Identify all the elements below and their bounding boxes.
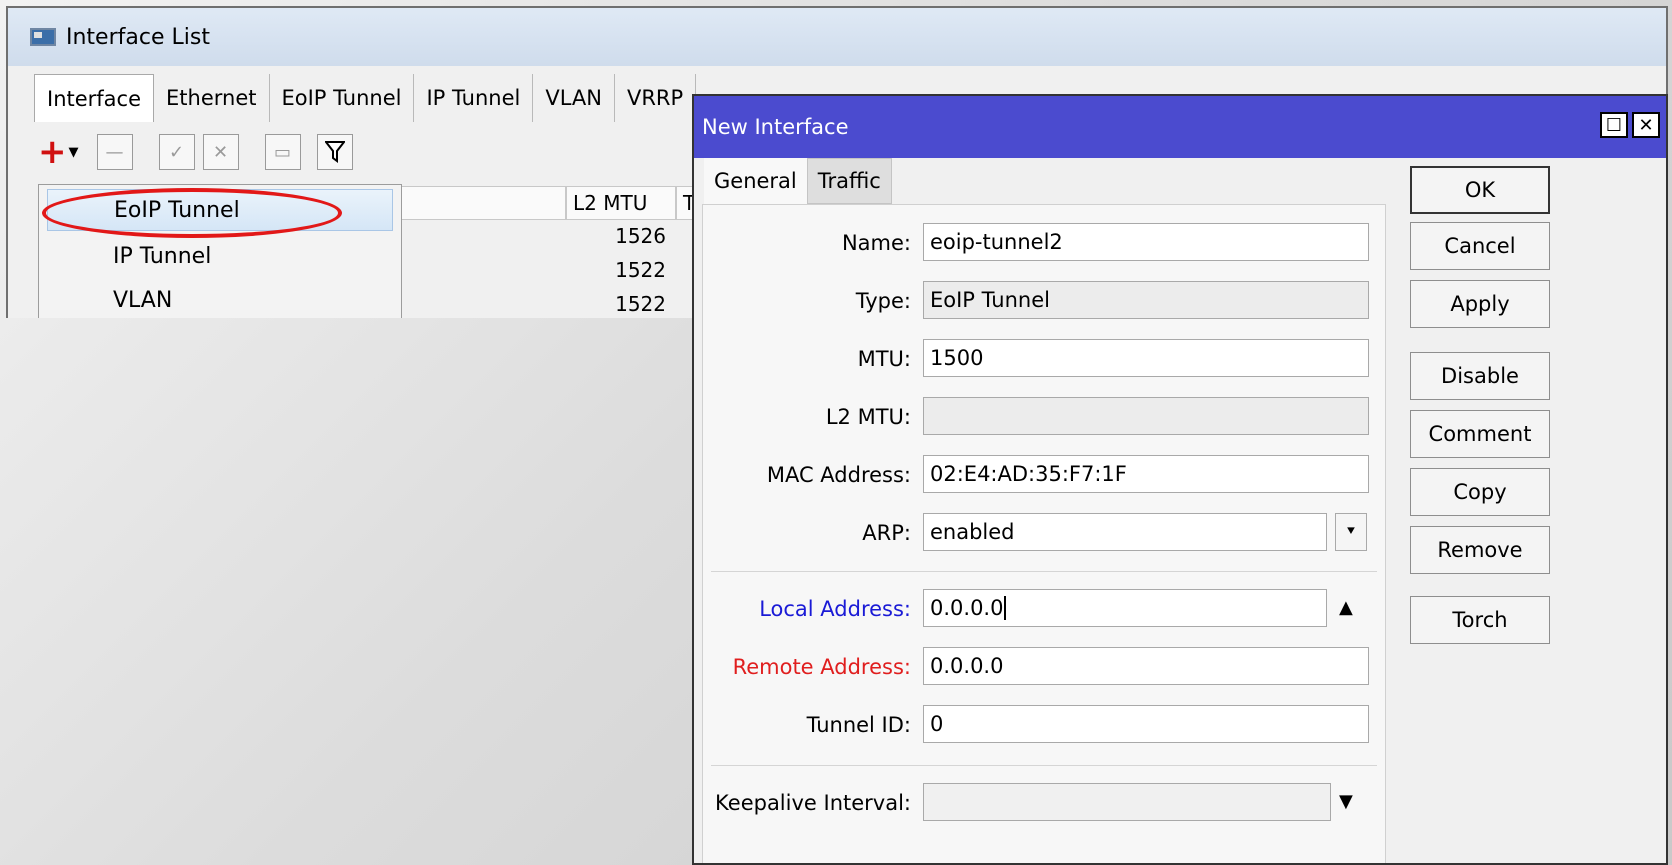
local-address-row: Local Address: 0.0.0.0 ▲	[703, 589, 1387, 629]
collapse-up-icon[interactable]: ▲	[1339, 597, 1353, 618]
remove-button[interactable]: —	[96, 134, 133, 170]
name-input[interactable]: eoip-tunnel2	[923, 223, 1369, 261]
tab-vlan[interactable]: VLAN	[533, 74, 615, 122]
remote-address-row: Remote Address: 0.0.0.0	[703, 647, 1387, 687]
menu-item-ip-tunnel[interactable]: IP Tunnel	[47, 235, 393, 277]
maximize-button[interactable]: ☐	[1600, 112, 1628, 138]
tab-ethernet[interactable]: Ethernet	[154, 74, 270, 122]
l2mtu-row: L2 MTU:	[703, 397, 1387, 437]
local-address-label: Local Address:	[759, 597, 911, 621]
close-icon: ✕	[1638, 114, 1654, 136]
mtu-input[interactable]: 1500	[923, 339, 1369, 377]
window-icon	[30, 28, 56, 46]
tab-interface[interactable]: Interface	[34, 74, 155, 122]
expand-down-icon[interactable]: ▼	[1339, 791, 1353, 812]
arp-select[interactable]: enabled	[923, 513, 1327, 551]
table-row-l2mtu: 1522	[615, 292, 666, 316]
cancel-button[interactable]: Cancel	[1410, 222, 1550, 270]
interface-list-titlebar: Interface List	[8, 8, 1666, 66]
remote-address-input[interactable]: 0.0.0.0	[923, 647, 1369, 685]
plus-icon: +	[38, 132, 67, 172]
disable-button[interactable]: ✕	[202, 134, 239, 170]
apply-button[interactable]: Apply	[1410, 280, 1550, 328]
arp-dropdown-button[interactable]: ⯆	[1335, 513, 1367, 551]
cross-icon: ✕	[212, 141, 229, 163]
remote-address-label: Remote Address:	[732, 655, 911, 679]
general-tab-panel: Name: eoip-tunnel2 Type: EoIP Tunnel MTU…	[702, 204, 1387, 863]
close-button[interactable]: ✕	[1632, 112, 1660, 138]
dropdown-caret-icon: ▼	[68, 144, 79, 160]
ok-button[interactable]: OK	[1410, 166, 1550, 214]
add-button[interactable]: + ▼	[38, 132, 79, 172]
arp-row: ARP: enabled ⯆	[703, 513, 1387, 553]
table-row-l2mtu: 1522	[615, 258, 666, 282]
column-header-blank[interactable]	[398, 186, 566, 220]
dialog-tabs: General Traffic	[704, 158, 892, 204]
l2mtu-field	[923, 397, 1369, 435]
name-label: Name:	[841, 231, 911, 255]
tab-ip-tunnel[interactable]: IP Tunnel	[414, 74, 534, 122]
divider	[711, 765, 1377, 766]
name-row: Name: eoip-tunnel2	[703, 223, 1387, 263]
type-row: Type: EoIP Tunnel	[703, 281, 1387, 321]
interface-list-tabs: Interface Ethernet EoIP Tunnel IP Tunnel…	[34, 74, 697, 122]
local-address-value: 0.0.0.0	[930, 596, 1007, 620]
torch-button[interactable]: Torch	[1410, 596, 1550, 644]
tab-vrrp[interactable]: VRRP	[615, 74, 697, 122]
l2mtu-label: L2 MTU:	[825, 405, 911, 429]
column-header-l2mtu[interactable]: L2 MTU	[566, 186, 676, 220]
comment-button[interactable]: Comment	[1410, 410, 1550, 458]
menu-item-vlan[interactable]: VLAN	[47, 279, 393, 318]
tab-general[interactable]: General	[704, 158, 807, 204]
mac-address-input[interactable]: 02:E4:AD:35:F7:1F	[923, 455, 1369, 493]
mac-label: MAC Address:	[766, 463, 911, 487]
type-label: Type:	[855, 289, 911, 313]
table-row-l2mtu: 1526	[615, 224, 666, 248]
dropdown-arrow-icon: ⯆	[1345, 524, 1357, 540]
add-dropdown-menu: EoIP Tunnel IP Tunnel VLAN	[38, 184, 402, 318]
new-interface-dialog: New Interface ☐ ✕ General Traffic Name: …	[692, 94, 1668, 865]
copy-button[interactable]: Copy	[1410, 468, 1550, 516]
keepalive-label: Keepalive Interval:	[715, 791, 911, 815]
remove-button[interactable]: Remove	[1410, 526, 1550, 574]
local-address-input[interactable]: 0.0.0.0	[923, 589, 1327, 627]
tab-traffic[interactable]: Traffic	[806, 158, 892, 204]
comment-button[interactable]: ▭	[264, 134, 301, 170]
type-field: EoIP Tunnel	[923, 281, 1369, 319]
check-icon: ✓	[168, 141, 185, 163]
interface-list-title: Interface List	[66, 24, 210, 50]
dialog-titlebar: New Interface ☐ ✕	[694, 96, 1666, 158]
mac-row: MAC Address: 02:E4:AD:35:F7:1F	[703, 455, 1387, 495]
tunnel-id-row: Tunnel ID: 0	[703, 705, 1387, 745]
tab-eoip-tunnel[interactable]: EoIP Tunnel	[270, 74, 415, 122]
mtu-row: MTU: 1500	[703, 339, 1387, 379]
tunnel-id-input[interactable]: 0	[923, 705, 1369, 743]
tunnel-id-label: Tunnel ID:	[806, 713, 911, 737]
maximize-icon: ☐	[1605, 114, 1623, 136]
mtu-label: MTU:	[857, 347, 911, 371]
enable-button[interactable]: ✓	[158, 134, 195, 170]
disable-button[interactable]: Disable	[1410, 352, 1550, 400]
menu-item-eoip-tunnel[interactable]: EoIP Tunnel	[47, 189, 393, 231]
keepalive-row: Keepalive Interval: ▼	[703, 783, 1387, 823]
minus-icon: —	[105, 141, 124, 163]
filter-button[interactable]	[316, 134, 353, 170]
note-icon: ▭	[273, 141, 291, 163]
arp-label: ARP:	[862, 521, 911, 545]
dialog-title: New Interface	[702, 115, 849, 139]
divider	[711, 571, 1377, 572]
interface-list-toolbar: + ▼ — ✓ ✕ ▭	[38, 134, 361, 170]
filter-icon	[324, 141, 345, 163]
keepalive-input[interactable]	[923, 783, 1331, 821]
